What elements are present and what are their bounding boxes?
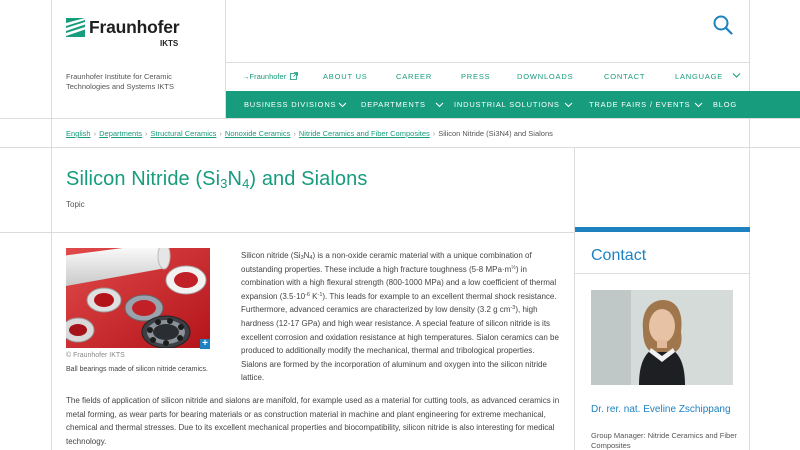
topnav-language[interactable]: LANGUAGE	[675, 72, 741, 81]
nav-departments[interactable]: DEPARTMENTS	[361, 100, 426, 109]
breadcrumb: English › Departments › Structural Ceramics ›…	[66, 129, 553, 138]
external-link-icon	[290, 72, 299, 80]
topnav-home-link[interactable]: →Fraunhofer	[242, 72, 299, 81]
chevron-down-icon[interactable]	[694, 100, 703, 109]
contact-photo	[591, 290, 733, 385]
breadcrumb-link-nitride-ceramics[interactable]: Nitride Ceramics and Fiber Composites	[299, 129, 430, 138]
breadcrumb-separator: ›	[145, 129, 148, 138]
breadcrumb-current: Silicon Nitride (Si3N4) and Sialons	[438, 129, 553, 138]
nav-trade-fairs-events[interactable]: TRADE FAIRS / EVENTS	[589, 100, 690, 109]
breadcrumb-link-structural-ceramics[interactable]: Structural Ceramics	[151, 129, 217, 138]
content-type-label: Topic	[66, 200, 85, 209]
breadcrumb-separator: ›	[293, 129, 296, 138]
contact-accent-bar	[575, 227, 750, 232]
fraunhofer-logo[interactable]: Fraunhofer IKTS	[66, 18, 216, 48]
topnav-about-us[interactable]: ABOUT US	[323, 72, 368, 81]
nav-blog[interactable]: BLOG	[713, 100, 737, 109]
ball-bearings-image[interactable]	[66, 248, 210, 348]
logo-wordmark: Fraunhofer	[89, 17, 180, 37]
contact-portrait	[591, 290, 733, 385]
title-part: Silicon Nitride (Si	[66, 168, 221, 190]
nav-business-divisions[interactable]: BUSINESS DIVISIONS	[244, 100, 336, 109]
breadcrumb-link-departments[interactable]: Departments	[99, 129, 142, 138]
breadcrumb-separator: ›	[93, 129, 97, 138]
text-run: Silicon nitride (Si	[241, 251, 301, 260]
institute-name-line2: Technologies and Systems IKTS	[66, 82, 174, 91]
topnav-language-label: LANGUAGE	[675, 72, 724, 81]
breadcrumb-rule	[0, 147, 800, 148]
contact-name-link[interactable]: Dr. rer. nat. Eveline Zschippang	[591, 403, 741, 416]
search-icon[interactable]	[712, 14, 734, 36]
contact-heading: Contact	[591, 247, 647, 264]
chevron-down-icon	[732, 73, 741, 78]
sidebar-border	[574, 148, 575, 450]
contact-role: Group Manager: Nitride Ceramics and Fibe…	[591, 431, 737, 450]
breadcrumb-link-english[interactable]: English	[66, 129, 91, 138]
body-paragraph-1: Silicon nitride (Si3N4) is a non-oxide c…	[241, 249, 561, 385]
topnav-press[interactable]: PRESS	[461, 72, 490, 81]
text-run: ), high hardness (12-17 GPa) and high we…	[241, 305, 559, 383]
title-subscript: 3	[220, 176, 228, 191]
chevron-down-icon[interactable]	[435, 100, 444, 109]
main-navigation: BUSINESS DIVISIONS DEPARTMENTS INDUSTRIA…	[226, 91, 800, 118]
breadcrumb-separator: ›	[219, 129, 222, 138]
chevron-down-icon[interactable]	[564, 100, 573, 109]
nav-rule	[0, 118, 800, 119]
title-part: N	[227, 168, 243, 190]
left-border	[51, 0, 52, 450]
ball-bearings-illustration	[66, 248, 210, 348]
top-navigation: →Fraunhofer ABOUT US CAREER PRESS DOWNLO…	[226, 63, 750, 90]
chevron-down-icon[interactable]	[338, 100, 347, 109]
nav-industrial-solutions[interactable]: INDUSTRIAL SOLUTIONS	[454, 100, 560, 109]
fraunhofer-logo-icon	[66, 18, 85, 37]
image-copyright: © Fraunhofer IKTS	[66, 352, 125, 359]
contact-rule	[575, 273, 750, 274]
arrow-right-icon: →	[242, 72, 250, 81]
logo-institute-abbr: IKTS	[160, 39, 179, 48]
title-rule	[0, 232, 574, 233]
breadcrumb-link-nonoxide-ceramics[interactable]: Nonoxide Ceramics	[225, 129, 290, 138]
topnav-contact[interactable]: CONTACT	[604, 72, 645, 81]
title-part: ) and Sialons	[249, 168, 368, 190]
page-title: Silicon Nitride (Si3N4) and Sialons	[66, 168, 367, 191]
institute-name-line1: Fraunhofer Institute for Ceramic	[66, 72, 172, 81]
body-paragraph-2: The fields of application of silicon nit…	[66, 396, 560, 446]
institute-name: Fraunhofer Institute for Ceramic Technol…	[66, 72, 216, 92]
topnav-downloads[interactable]: DOWNLOADS	[517, 72, 573, 81]
zoom-image-button[interactable]: +	[200, 339, 210, 349]
topnav-home-label: Fraunhofer	[249, 72, 287, 81]
topnav-career[interactable]: CAREER	[396, 72, 432, 81]
breadcrumb-separator: ›	[432, 129, 436, 138]
text-run: K	[309, 291, 318, 301]
image-caption: Ball bearings made of silicon nitride ce…	[66, 366, 209, 373]
